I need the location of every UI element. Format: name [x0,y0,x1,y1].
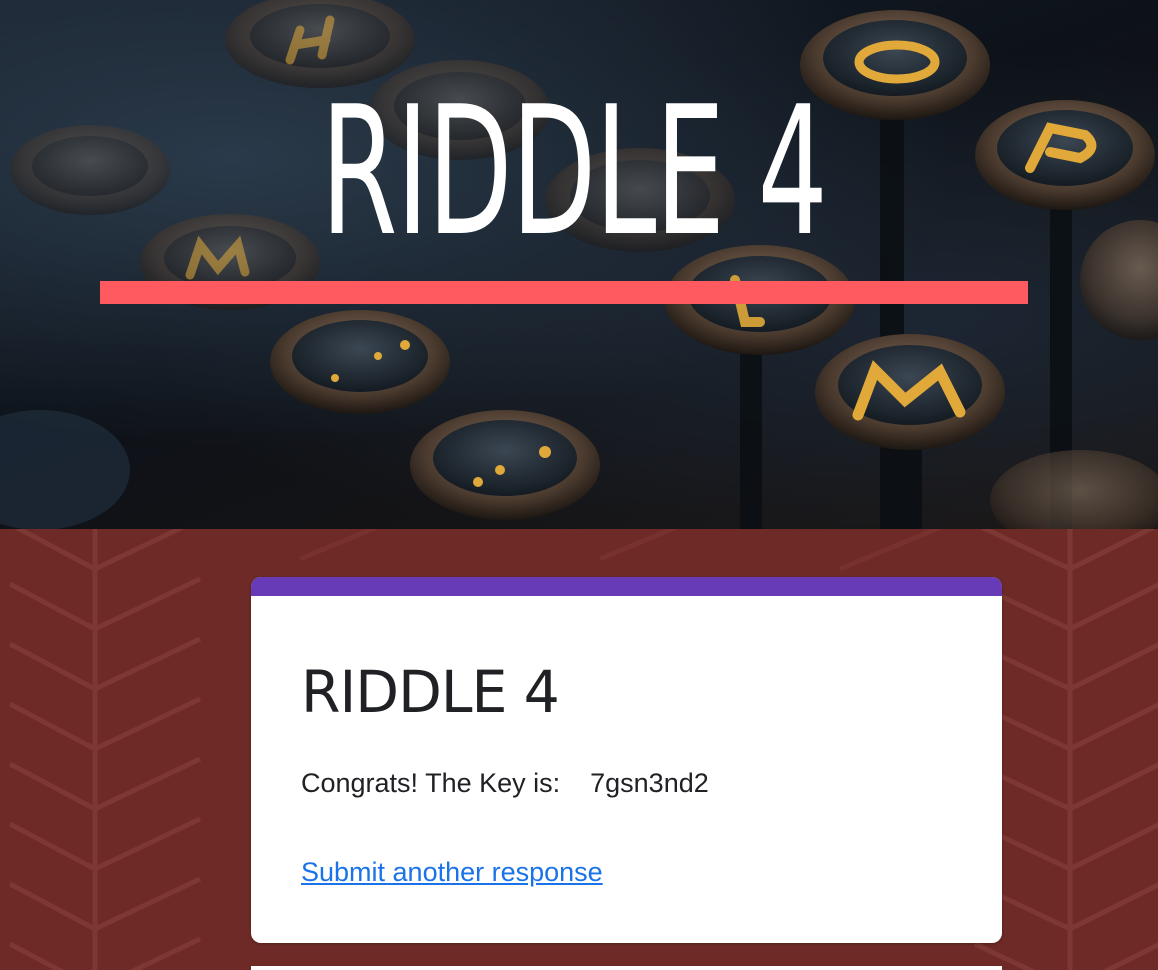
confirmation-card: RIDDLE 4 Congrats! The Key is: 7gsn3nd2 … [251,577,1002,943]
card-accent-bar [251,577,1002,596]
banner-title: RIDDLE 4 [320,68,828,275]
submit-another-response-link[interactable]: Submit another response [301,856,603,888]
banner-underline [100,281,1028,304]
header-banner: RIDDLE 4 [0,0,1158,529]
confirmation-message: Congrats! The Key is: 7gsn3nd2 [301,768,709,798]
footer-card-edge [251,966,1002,970]
form-title: RIDDLE 4 [301,658,560,726]
